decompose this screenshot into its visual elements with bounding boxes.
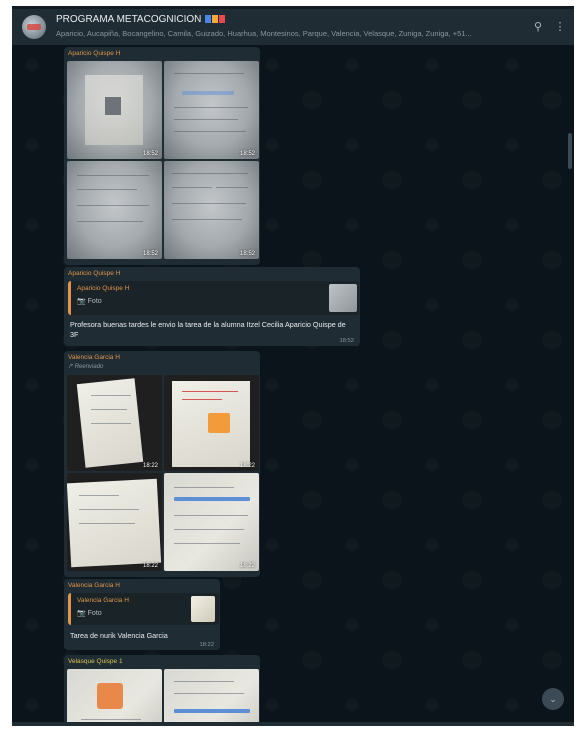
group-name-text: PROGRAMA METACOGNICION [56,14,202,25]
message-text: Tarea de nurik Valencia Garcia [70,631,168,640]
drawing-figure [97,683,123,709]
photo-thumbnail[interactable] [67,669,162,726]
photo-thumbnail[interactable]: 18:52 [164,161,259,259]
sender-name[interactable]: Aparicio Quispe H [64,47,260,59]
text-line [91,395,131,396]
quoted-sender: Aparicio Quispe H [77,285,130,292]
sender-name[interactable]: Aparicio Quispe H [64,267,360,279]
composer-bar[interactable] [12,722,574,726]
message-list[interactable]: Aparicio Quispe H 18:52 18:52 18:52 18:5… [12,45,574,726]
reply-message[interactable]: Valencia Garcia H Valencia Garcia H 📷 Fo… [64,579,220,650]
album-message[interactable]: Velasque Quispe 1 [64,655,260,726]
message-time: 18:22 [199,642,214,648]
photo-time: 18:52 [142,251,158,257]
chat-header[interactable]: PROGRAMA METACOGNICION Aparicio, Aucapiñ… [12,6,574,45]
text-line [174,693,244,694]
text-line [174,515,248,516]
scroll-down-button[interactable]: ⌄ [542,688,564,710]
text-line [174,131,246,132]
quoted-type: 📷 Foto [77,610,102,617]
highlight-bar [182,91,234,95]
photo-thumbnail[interactable]: 18:22 [67,473,162,571]
text-line [182,391,238,392]
photo-thumbnail[interactable]: 18:52 [67,61,162,159]
photo-thumbnail[interactable]: 18:22 [164,375,259,471]
photo-time: 18:22 [239,563,255,569]
photo-time: 18:22 [239,463,255,469]
text-line [174,681,234,682]
text-line [77,189,137,190]
flag-red [219,15,226,23]
highlight-bar [174,709,250,713]
highlight-bar [174,497,250,501]
photo-time: 18:22 [142,563,158,569]
text-line [174,529,244,530]
text-line [174,73,244,74]
text-line [77,205,149,206]
text-line [172,219,242,220]
chevron-down-icon: ⌄ [549,694,557,704]
photo-thumbnail[interactable]: 18:22 [67,375,162,471]
photo-time: 18:52 [239,151,255,157]
group-avatar[interactable] [22,15,46,39]
flag-orange [212,15,219,23]
text-line [172,203,246,204]
drawing-figure [208,413,230,433]
text-line [77,221,143,222]
album-message[interactable]: Aparicio Quispe H 18:52 18:52 18:52 18:5… [64,47,260,265]
text-line [79,523,135,524]
photo-thumbnail[interactable] [164,669,259,726]
message-time: 18:52 [339,338,354,344]
quoted-thumbnail [191,596,215,622]
album-message[interactable]: Valencia Garcia H ↱ Reenviado 18:22 18:2… [64,351,260,577]
message-text: Profesora buenas tardes le envio la tare… [70,320,346,339]
group-name[interactable]: PROGRAMA METACOGNICION [56,14,226,25]
text-line [174,543,240,544]
text-line [79,509,139,510]
text-line [172,187,212,188]
group-members[interactable]: Aparicio, Aucapiña, Bocangelino, Camila,… [56,29,516,38]
whatsapp-window: PROGRAMA METACOGNICION Aparicio, Aucapiñ… [12,6,574,726]
text-line [91,409,127,410]
forwarded-label: ↱ Reenviado [68,364,104,370]
text-line [77,175,149,176]
quoted-sender: Valencia Garcia H [77,597,129,604]
sender-name[interactable]: Valencia Garcia H [64,351,260,363]
text-line [81,719,141,720]
quoted-message[interactable]: Aparicio Quispe H 📷 Foto [68,281,359,315]
flag-blue [205,15,212,23]
text-line [174,487,234,488]
menu-icon[interactable]: ⋮ [553,20,567,33]
search-icon[interactable]: ⚲ [531,20,545,33]
photo-time: 18:52 [142,151,158,157]
photo-thumbnail[interactable]: 18:22 [164,473,259,571]
text-line [174,107,248,108]
sender-name[interactable]: Velasque Quispe 1 [64,655,260,667]
text-line [91,423,131,424]
photo-thumbnail[interactable]: 18:52 [164,61,259,159]
text-line [79,495,119,496]
photo-time: 18:52 [239,251,255,257]
quoted-thumbnail [329,284,357,312]
text-line [216,187,248,188]
photo-figure [105,97,121,115]
photo-thumbnail[interactable]: 18:52 [67,161,162,259]
text-line [182,399,222,400]
quoted-type: 📷 Foto [77,298,102,305]
photo-time: 18:22 [142,463,158,469]
quoted-message[interactable]: Valencia Garcia H 📷 Foto [68,593,219,625]
scrollbar-thumb[interactable] [568,133,572,169]
sender-name[interactable]: Valencia Garcia H [64,579,220,591]
reply-message[interactable]: Aparicio Quispe H Aparicio Quispe H 📷 Fo… [64,267,360,346]
text-line [174,119,238,120]
text-line [172,173,248,174]
